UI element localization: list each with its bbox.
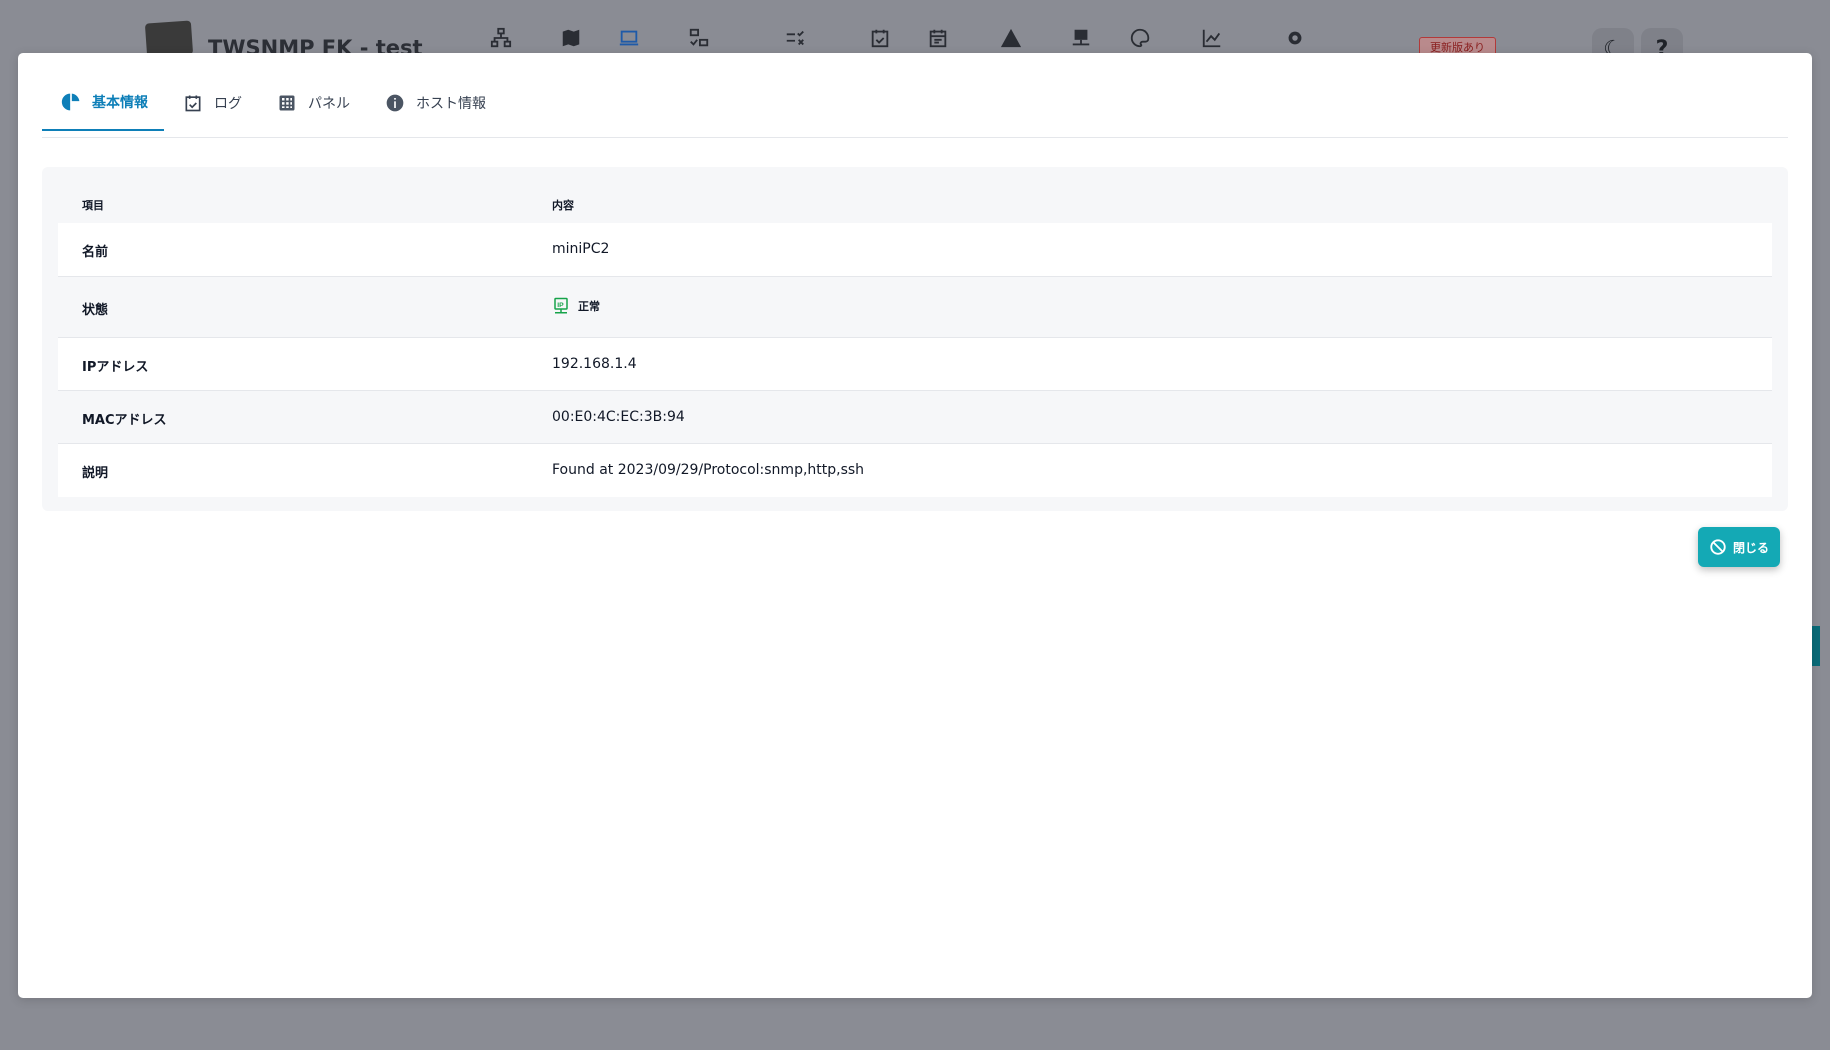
row-label: MACアドレス	[82, 413, 167, 428]
close-button-label: 閉じる	[1732, 540, 1769, 555]
table-row-description: 説明 Found at 2023/09/29/Protocol:snmp,htt…	[58, 444, 1772, 497]
tab-host-info[interactable]: ホスト情報	[366, 75, 502, 131]
table-row-name: 名前 miniPC2	[58, 223, 1772, 277]
network-map-icon[interactable]	[488, 26, 514, 50]
row-value: miniPC2	[552, 241, 610, 257]
svg-text:IP: IP	[557, 302, 564, 309]
status-text: 正常	[578, 300, 600, 313]
row-label: 状態	[82, 303, 109, 318]
palette-icon[interactable]	[1127, 26, 1153, 50]
app-header: TWSNMP FK - test 更新版あり ☾ ?	[0, 0, 1830, 70]
basic-info-table: 項目 内容 名前 miniPC2 状態 IP 正常 IPアドレス 192.168.…	[42, 167, 1788, 511]
gear-icon[interactable]	[1282, 26, 1308, 50]
checklist-icon[interactable]	[782, 26, 808, 50]
row-value: Found at 2023/09/29/Protocol:snmp,http,s…	[552, 462, 865, 478]
node-info-dialog: 基本情報 ログ パネル ホスト情報 項目 内容 名前 miniPC2 状態 IP…	[18, 53, 1812, 998]
map-icon[interactable]	[558, 26, 584, 50]
column-header-item: 項目	[82, 199, 104, 212]
row-value: 192.168.1.4	[552, 356, 637, 372]
row-label: 名前	[82, 245, 109, 260]
row-label: 説明	[82, 466, 109, 481]
device-check-icon[interactable]	[686, 26, 712, 50]
row-value: 00:E0:4C:EC:3B:94	[552, 409, 685, 425]
calendar-check-icon	[182, 92, 204, 114]
calendar-check-icon[interactable]	[867, 26, 893, 50]
laptop-icon[interactable]	[616, 26, 642, 50]
tab-panel[interactable]: パネル	[258, 75, 366, 131]
table-row-ip: IPアドレス 192.168.1.4	[58, 338, 1772, 391]
warning-icon[interactable]	[998, 26, 1024, 50]
grid-icon	[276, 92, 298, 114]
network-node-icon[interactable]	[1068, 26, 1094, 50]
ip-status-icon: IP	[554, 297, 568, 314]
line-chart-icon[interactable]	[1199, 26, 1225, 50]
pie-chart-icon	[60, 91, 82, 113]
tab-basic-info[interactable]: 基本情報	[42, 75, 164, 131]
table-header: 項目 内容	[58, 183, 1772, 223]
tab-log[interactable]: ログ	[164, 75, 258, 131]
background-footer	[0, 998, 1830, 1050]
table-row-status: 状態 IP 正常	[58, 277, 1772, 338]
ban-icon	[1710, 539, 1726, 555]
tab-label: 基本情報	[92, 95, 148, 111]
info-icon	[384, 92, 406, 114]
tab-bar: 基本情報 ログ パネル ホスト情報	[42, 75, 1788, 138]
table-row-mac: MACアドレス 00:E0:4C:EC:3B:94	[58, 391, 1772, 444]
close-button[interactable]: 閉じる	[1698, 527, 1780, 567]
calendar-icon[interactable]	[925, 26, 951, 50]
app-logo	[144, 20, 194, 58]
tab-label: パネル	[308, 96, 350, 112]
tab-label: ログ	[214, 96, 242, 112]
row-value: IP 正常	[552, 297, 600, 315]
row-label: IPアドレス	[82, 360, 149, 375]
column-header-content: 内容	[552, 199, 574, 212]
tab-label: ホスト情報	[416, 96, 486, 112]
